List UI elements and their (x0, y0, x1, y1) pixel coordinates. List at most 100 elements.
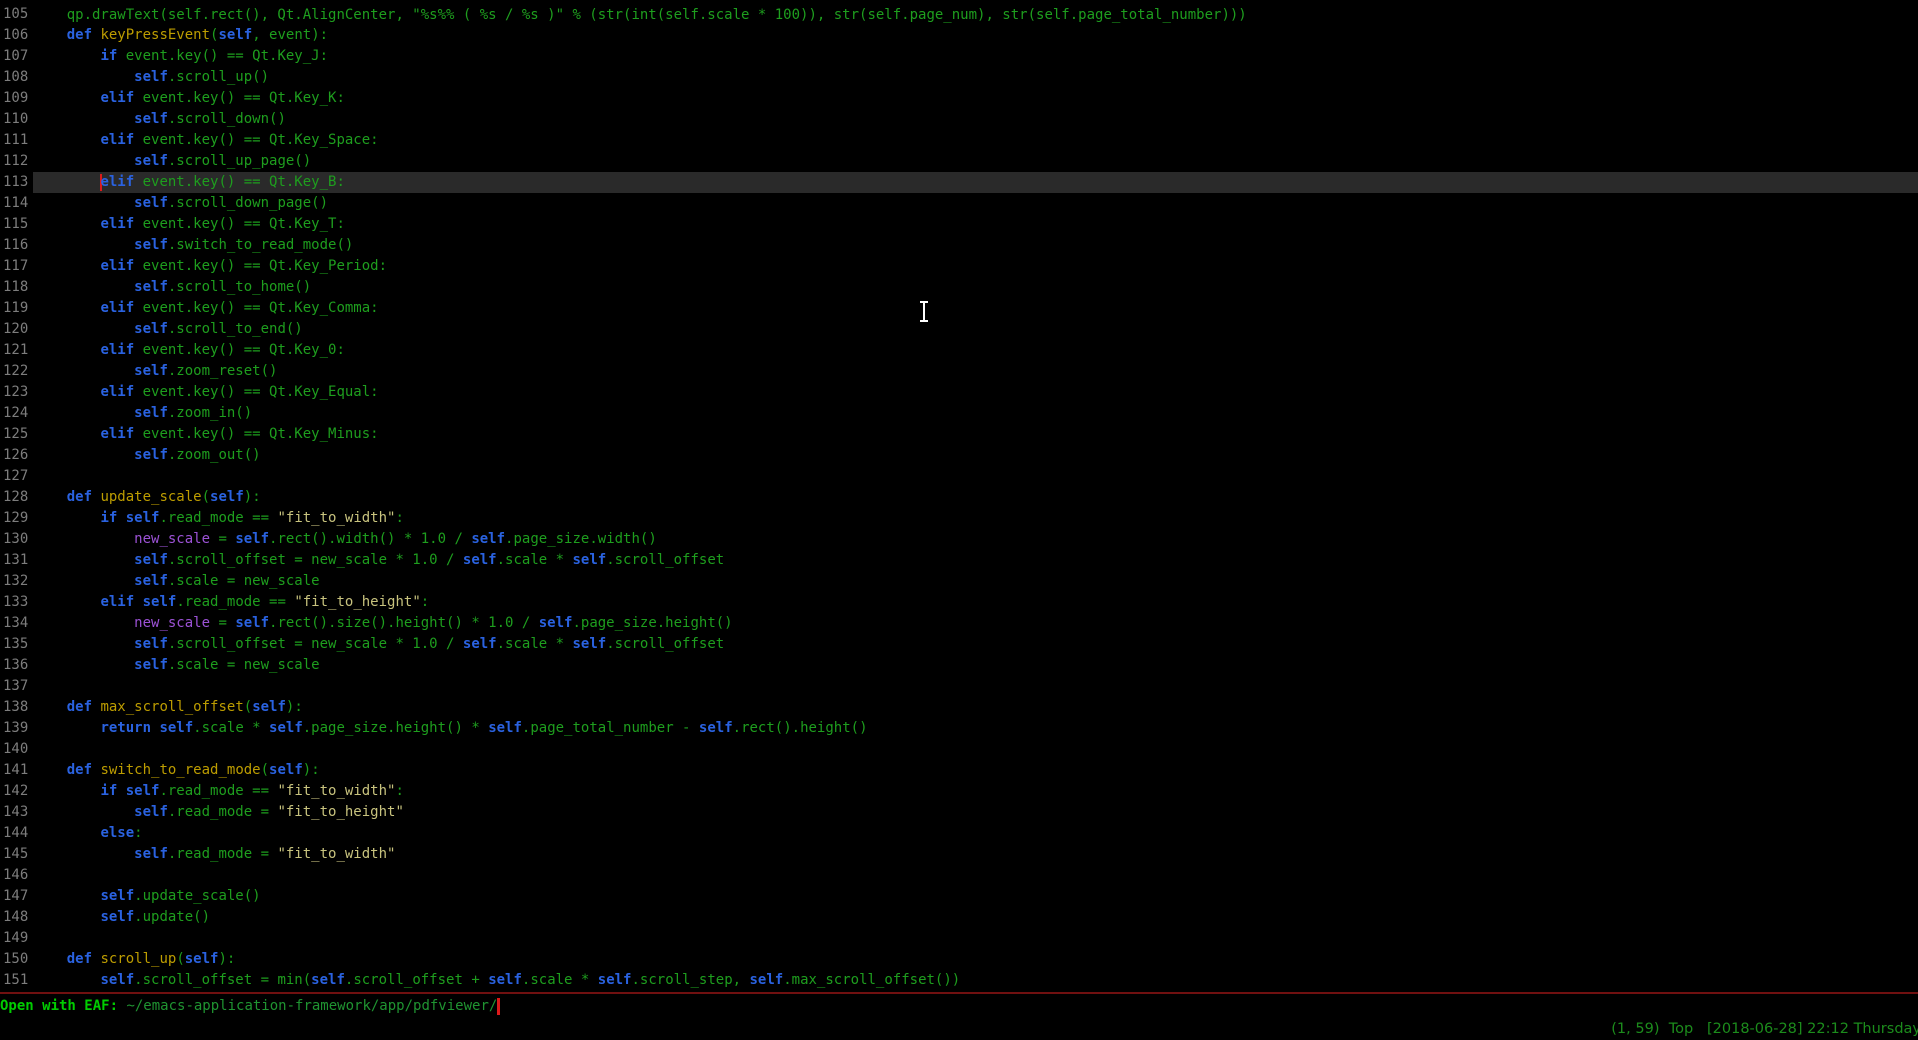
code-token: self (699, 720, 733, 736)
code-line-108[interactable]: 108 self.scroll_up() (0, 67, 1918, 88)
code-line-109[interactable]: 109 elif event.key() == Qt.Key_K: (0, 88, 1918, 109)
code-token: def (67, 699, 92, 715)
code-line-125[interactable]: 125 elif event.key() == Qt.Key_Minus: (0, 424, 1918, 445)
code-line-140[interactable]: 140 (0, 739, 1918, 760)
code-line-129[interactable]: 129 if self.read_mode == "fit_to_width": (0, 508, 1918, 529)
code-text: def update_scale(self): (33, 487, 1918, 508)
code-token: self (471, 531, 505, 547)
code-token (33, 111, 134, 127)
line-number: 112 (0, 151, 33, 172)
line-number: 146 (0, 865, 33, 886)
code-line-151[interactable]: 151 self.scroll_offset = min(self.scroll… (0, 970, 1918, 991)
code-line-113[interactable]: 113 elif event.key() == Qt.Key_B: (0, 172, 1918, 193)
code-line-112[interactable]: 112 self.scroll_up_page() (0, 151, 1918, 172)
code-token: self (235, 615, 269, 631)
code-line-142[interactable]: 142 if self.read_mode == "fit_to_width": (0, 781, 1918, 802)
code-text: self.scroll_offset = min(self.scroll_off… (33, 970, 1918, 991)
code-token: scroll_up (100, 951, 176, 967)
code-line-114[interactable]: 114 self.scroll_down_page() (0, 193, 1918, 214)
code-line-134[interactable]: 134 new_scale = self.rect().size().heigh… (0, 613, 1918, 634)
ibeam-mouse-cursor (917, 300, 931, 324)
code-line-144[interactable]: 144 else: (0, 823, 1918, 844)
code-line-139[interactable]: 139 return self.scale * self.page_size.h… (0, 718, 1918, 739)
code-line-116[interactable]: 116 self.switch_to_read_mode() (0, 235, 1918, 256)
code-line-138[interactable]: 138 def max_scroll_offset(self): (0, 697, 1918, 718)
code-token: "fit_to_width" (277, 846, 395, 862)
code-line-121[interactable]: 121 elif event.key() == Qt.Key_0: (0, 340, 1918, 361)
code-line-146[interactable]: 146 (0, 865, 1918, 886)
code-line-124[interactable]: 124 self.zoom_in() (0, 403, 1918, 424)
code-line-145[interactable]: 145 self.read_mode = "fit_to_width" (0, 844, 1918, 865)
code-token (33, 846, 134, 862)
code-line-117[interactable]: 117 elif event.key() == Qt.Key_Period: (0, 256, 1918, 277)
line-number: 134 (0, 613, 33, 634)
minibuffer[interactable]: Open with EAF: ~/emacs-application-frame… (0, 996, 500, 1017)
code-token (117, 783, 125, 799)
code-text: self.scroll_offset = new_scale * 1.0 / s… (33, 634, 1918, 655)
code-token: .page_size.height() * (303, 720, 488, 736)
line-number: 136 (0, 655, 33, 676)
code-line-141[interactable]: 141 def switch_to_read_mode(self): (0, 760, 1918, 781)
code-line-149[interactable]: 149 (0, 928, 1918, 949)
code-line-127[interactable]: 127 (0, 466, 1918, 487)
code-text: self.scroll_to_end() (33, 319, 1918, 340)
code-token: event.key() == Qt.Key_0: (134, 342, 345, 358)
code-line-110[interactable]: 110 self.scroll_down() (0, 109, 1918, 130)
code-token (33, 636, 134, 652)
code-line-143[interactable]: 143 self.read_mode = "fit_to_height" (0, 802, 1918, 823)
code-token: if (100, 48, 117, 64)
code-token: event.key() == Qt.Key_Period: (134, 258, 387, 274)
code-line-119[interactable]: 119 elif event.key() == Qt.Key_Comma: (0, 298, 1918, 319)
line-number: 141 (0, 760, 33, 781)
code-token: self (100, 909, 134, 925)
code-text: self.read_mode = "fit_to_height" (33, 802, 1918, 823)
code-token: : (421, 594, 429, 610)
code-token: .read_mode = (168, 804, 278, 820)
line-number: 110 (0, 109, 33, 130)
code-line-148[interactable]: 148 self.update() (0, 907, 1918, 928)
code-token (33, 363, 134, 379)
code-line-126[interactable]: 126 self.zoom_out() (0, 445, 1918, 466)
code-line-120[interactable]: 120 self.scroll_to_end() (0, 319, 1918, 340)
code-line-115[interactable]: 115 elif event.key() == Qt.Key_T: (0, 214, 1918, 235)
code-line-135[interactable]: 135 self.scroll_offset = new_scale * 1.0… (0, 634, 1918, 655)
code-line-122[interactable]: 122 self.zoom_reset() (0, 361, 1918, 382)
code-line-150[interactable]: 150 def scroll_up(self): (0, 949, 1918, 970)
code-line-131[interactable]: 131 self.scroll_offset = new_scale * 1.0… (0, 550, 1918, 571)
code-text: self.zoom_reset() (33, 361, 1918, 382)
line-number: 130 (0, 529, 33, 550)
code-line-118[interactable]: 118 self.scroll_to_home() (0, 277, 1918, 298)
line-number: 106 (0, 25, 33, 46)
code-line-123[interactable]: 123 elif event.key() == Qt.Key_Equal: (0, 382, 1918, 403)
line-number: 133 (0, 592, 33, 613)
code-line-107[interactable]: 107 if event.key() == Qt.Key_J: (0, 46, 1918, 67)
code-text: self.update_scale() (33, 886, 1918, 907)
code-token (33, 153, 134, 169)
code-text: new_scale = self.rect().width() * 1.0 / … (33, 529, 1918, 550)
code-editor-pane[interactable]: qp.drawText(self.rect(), Qt.AlignCenter,… (0, 0, 1918, 992)
code-line-132[interactable]: 132 self.scale = new_scale (0, 571, 1918, 592)
code-line-136[interactable]: 136 self.scale = new_scale (0, 655, 1918, 676)
code-line-137[interactable]: 137 (0, 676, 1918, 697)
code-token: event.key() == Qt.Key_Equal: (134, 384, 378, 400)
code-line-111[interactable]: 111 elif event.key() == Qt.Key_Space: (0, 130, 1918, 151)
code-text (33, 466, 1918, 487)
code-line-130[interactable]: 130 new_scale = self.rect().width() * 1.… (0, 529, 1918, 550)
line-number: 127 (0, 466, 33, 487)
code-text: return self.scale * self.page_size.heigh… (33, 718, 1918, 739)
code-line-128[interactable]: 128 def update_scale(self): (0, 487, 1918, 508)
code-token: if (100, 783, 117, 799)
code-token (33, 405, 134, 421)
line-number: 120 (0, 319, 33, 340)
code-token: elif (100, 90, 134, 106)
code-line-147[interactable]: 147 self.update_scale() (0, 886, 1918, 907)
code-token: .scale = new_scale (168, 657, 320, 673)
code-token (33, 258, 100, 274)
code-line-133[interactable]: 133 elif self.read_mode == "fit_to_heigh… (0, 592, 1918, 613)
code-token: self (539, 615, 573, 631)
code-token: .scale * (522, 972, 598, 988)
code-token: .scale = new_scale (168, 573, 320, 589)
minibuffer-input[interactable]: ~/emacs-application-framework/app/pdfvie… (126, 998, 497, 1014)
line-number: 144 (0, 823, 33, 844)
line-number: 124 (0, 403, 33, 424)
